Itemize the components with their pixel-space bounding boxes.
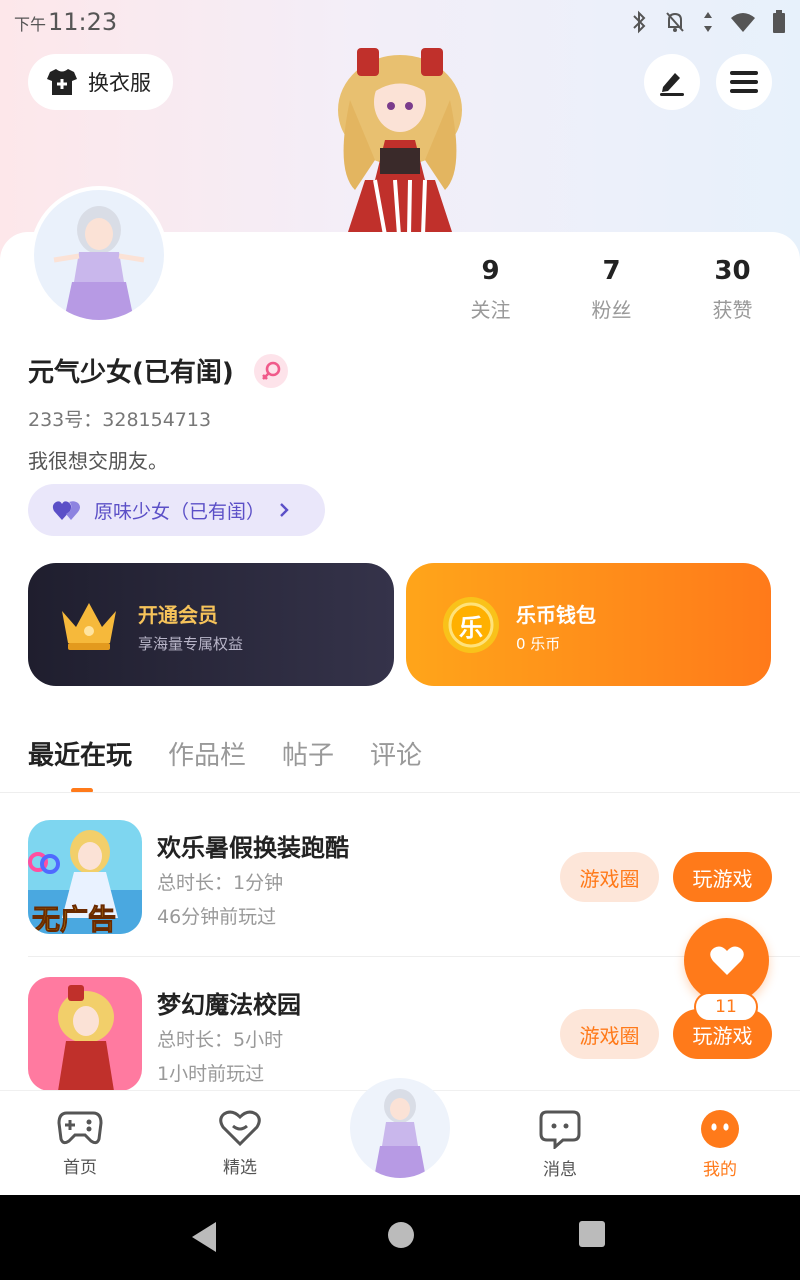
nav-me[interactable]: 我的 — [670, 1109, 770, 1180]
stat-followers[interactable]: 7 粉丝 — [551, 256, 672, 323]
chat-bubble-icon — [539, 1110, 581, 1151]
vip-membership-card[interactable]: 开通会员 享海量专属权益 — [28, 563, 394, 686]
change-outfit-label: 换衣服 — [88, 71, 151, 95]
battery-icon — [773, 10, 785, 33]
stat-followers-label: 粉丝 — [591, 298, 632, 322]
edit-profile-button[interactable] — [644, 54, 700, 110]
gender-female-icon — [254, 354, 288, 388]
nav-me-label: 我的 — [703, 1160, 737, 1180]
floating-like-button[interactable] — [684, 918, 769, 1003]
nav-messages[interactable]: 消息 — [510, 1109, 610, 1180]
game-icon[interactable]: 无广告 — [28, 820, 142, 934]
stat-following-count: 9 — [481, 256, 500, 286]
avatar-3d-figure — [338, 48, 462, 235]
game-icon-badge-text: 无广告 — [31, 903, 117, 935]
gamepad-icon — [57, 1111, 103, 1145]
status-icons — [630, 10, 786, 34]
pen-icon — [660, 73, 684, 96]
bluetooth-icon — [633, 10, 646, 34]
game-title: 梦幻魔法校园 — [157, 991, 301, 1019]
tab-recently-played[interactable]: 最近在玩 — [28, 735, 132, 772]
nav-avatar-figure — [374, 1089, 426, 1178]
home-circle-icon[interactable] — [386, 1220, 416, 1250]
tshirt-plus-icon — [47, 69, 77, 95]
stat-likes-count: 30 — [714, 256, 751, 286]
stat-likes-label: 获赞 — [712, 298, 753, 322]
vip-subtitle: 享海量专属权益 — [138, 635, 244, 653]
coin-glyph: 乐 — [459, 613, 483, 642]
nav-featured-label: 精选 — [223, 1158, 257, 1178]
play-game-button[interactable]: 玩游戏 — [673, 852, 772, 902]
avatar-figure — [34, 190, 164, 320]
game-icon[interactable] — [28, 977, 142, 1091]
game-duration: 总时长：1分钟 — [157, 872, 284, 894]
wifi-icon — [731, 13, 755, 32]
heart-smile-icon — [219, 1110, 261, 1147]
username: 元气少女(已有闺) — [28, 358, 234, 388]
status-clock: 11:23 — [48, 8, 118, 36]
crown-icon — [62, 603, 116, 650]
nav-home-label: 首页 — [63, 1158, 97, 1178]
wallet-title: 乐币钱包 — [516, 603, 596, 627]
profile-tag-label: 原味少女（已有闺） — [94, 500, 266, 523]
game-last-played: 1小时前玩过 — [157, 1063, 265, 1085]
data-arrows-icon — [704, 12, 712, 32]
avatar[interactable] — [30, 186, 168, 324]
chevron-right-icon — [280, 503, 289, 517]
wallet-card[interactable]: 乐 乐币钱包 0 乐币 — [406, 563, 771, 686]
stat-following-label: 关注 — [470, 298, 511, 322]
nav-home[interactable]: 首页 — [30, 1109, 130, 1178]
status-bar: 下午11:23 — [0, 0, 800, 44]
status-ampm: 下午 — [14, 15, 47, 34]
game-circle-button[interactable]: 游戏圈 — [560, 852, 659, 902]
tab-posts[interactable]: 帖子 — [282, 735, 334, 772]
nav-featured[interactable]: 精选 — [190, 1109, 290, 1178]
nav-avatar-button[interactable] — [350, 1078, 450, 1178]
profile-stats: 9 关注 7 粉丝 30 获赞 — [430, 256, 800, 323]
tab-works[interactable]: 作品栏 — [168, 735, 246, 772]
profile-tag-button[interactable]: 原味少女（已有闺） — [28, 484, 325, 536]
game-duration: 总时长：5小时 — [157, 1029, 284, 1051]
stat-following[interactable]: 9 关注 — [430, 256, 551, 323]
menu-button[interactable] — [716, 54, 772, 110]
user-bio: 我很想交朋友。 — [28, 449, 168, 473]
game-last-played: 46分钟前玩过 — [157, 906, 277, 928]
double-heart-icon — [52, 501, 80, 520]
user-id: 233号：328154713 — [28, 409, 212, 431]
system-nav-bar — [0, 1195, 800, 1280]
notifications-off-icon — [666, 12, 684, 32]
like-count-badge: 11 — [694, 992, 758, 1022]
status-time: 下午11:23 — [14, 8, 117, 36]
stat-likes[interactable]: 30 获赞 — [672, 256, 793, 323]
profile-tabs: 最近在玩 作品栏 帖子 评论 — [28, 735, 422, 772]
game-list-item[interactable]: 无广告 欢乐暑假换装跑酷 总时长：1分钟 46分钟前玩过 游戏圈 玩游戏 — [0, 820, 800, 976]
game-title: 欢乐暑假换装跑酷 — [157, 834, 349, 862]
wallet-balance: 0 乐币 — [516, 635, 561, 653]
hamburger-icon — [730, 71, 758, 93]
change-outfit-button[interactable]: 换衣服 — [28, 54, 173, 110]
smiley-me-icon — [701, 1110, 739, 1148]
game-circle-button[interactable]: 游戏圈 — [560, 1009, 659, 1059]
game-icon-art — [28, 977, 142, 1091]
heart-icon — [709, 946, 744, 975]
stat-followers-count: 7 — [602, 256, 621, 286]
recents-square-icon[interactable] — [578, 1220, 606, 1248]
tabs-divider — [0, 792, 800, 793]
back-icon[interactable] — [190, 1220, 220, 1254]
tab-comments[interactable]: 评论 — [370, 735, 422, 772]
vip-title: 开通会员 — [138, 603, 218, 627]
nav-messages-label: 消息 — [543, 1160, 577, 1180]
